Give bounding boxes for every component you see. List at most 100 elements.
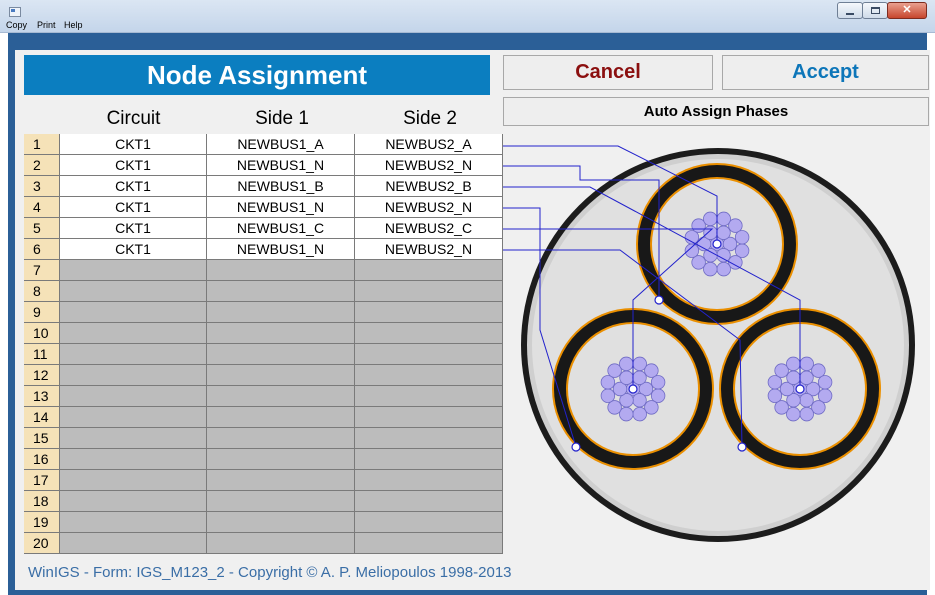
table-row[interactable]: 16 (24, 449, 503, 470)
side2-cell[interactable]: NEWBUS2_N (355, 197, 503, 217)
side2-cell[interactable] (355, 407, 503, 427)
circuit-cell[interactable] (60, 407, 207, 427)
menu-item-print[interactable]: Print (37, 20, 56, 30)
side1-cell[interactable] (207, 428, 355, 448)
side1-cell[interactable] (207, 281, 355, 301)
circuit-cell[interactable] (60, 323, 207, 343)
circuit-cell[interactable] (60, 470, 207, 490)
table-row[interactable]: 3 CKT1 NEWBUS1_B NEWBUS2_B (24, 176, 503, 197)
circuit-cell[interactable] (60, 344, 207, 364)
side2-cell[interactable] (355, 533, 503, 553)
table-row[interactable]: 6 CKT1 NEWBUS1_N NEWBUS2_N (24, 239, 503, 260)
row-number: 8 (24, 281, 60, 301)
side2-cell[interactable] (355, 491, 503, 511)
cancel-button[interactable]: Cancel (503, 55, 713, 90)
side2-cell[interactable] (355, 281, 503, 301)
row-number: 11 (24, 344, 60, 364)
table-row[interactable]: 11 (24, 344, 503, 365)
side1-cell[interactable] (207, 365, 355, 385)
side2-cell[interactable] (355, 428, 503, 448)
side2-cell[interactable] (355, 386, 503, 406)
table-row[interactable]: 5 CKT1 NEWBUS1_C NEWBUS2_C (24, 218, 503, 239)
circuit-cell[interactable] (60, 449, 207, 469)
side1-cell[interactable] (207, 512, 355, 532)
side2-cell[interactable] (355, 365, 503, 385)
side2-cell[interactable]: NEWBUS2_N (355, 155, 503, 175)
side1-cell[interactable]: NEWBUS1_N (207, 155, 355, 175)
side1-cell[interactable] (207, 407, 355, 427)
side2-cell[interactable]: NEWBUS2_A (355, 134, 503, 154)
side2-cell[interactable]: NEWBUS2_N (355, 239, 503, 259)
table-row[interactable]: 8 (24, 281, 503, 302)
auto-assign-phases-button[interactable]: Auto Assign Phases (503, 97, 929, 126)
table-row[interactable]: 2 CKT1 NEWBUS1_N NEWBUS2_N (24, 155, 503, 176)
side1-cell[interactable] (207, 470, 355, 490)
side1-cell[interactable] (207, 302, 355, 322)
circuit-cell[interactable]: CKT1 (60, 155, 207, 175)
circuit-cell[interactable]: CKT1 (60, 239, 207, 259)
table-row[interactable]: 13 (24, 386, 503, 407)
table-row[interactable]: 15 (24, 428, 503, 449)
table-row[interactable]: 4 CKT1 NEWBUS1_N NEWBUS2_N (24, 197, 503, 218)
side1-cell[interactable]: NEWBUS1_A (207, 134, 355, 154)
circuit-cell[interactable]: CKT1 (60, 218, 207, 238)
table-row[interactable]: 9 (24, 302, 503, 323)
side2-cell[interactable] (355, 302, 503, 322)
page-title: Node Assignment (24, 55, 490, 95)
side2-cell[interactable] (355, 323, 503, 343)
circuit-cell[interactable] (60, 260, 207, 280)
side2-cell[interactable]: NEWBUS2_B (355, 176, 503, 196)
side1-cell[interactable] (207, 533, 355, 553)
menu-bar: Copy Print Help (0, 19, 935, 33)
close-icon: ✕ (902, 4, 912, 16)
side1-cell[interactable]: NEWBUS1_N (207, 239, 355, 259)
table-row[interactable]: 19 (24, 512, 503, 533)
side2-cell[interactable] (355, 512, 503, 532)
table-row[interactable]: 7 (24, 260, 503, 281)
circuit-cell[interactable]: CKT1 (60, 176, 207, 196)
table-row[interactable]: 12 (24, 365, 503, 386)
side1-cell[interactable] (207, 344, 355, 364)
side2-cell[interactable]: NEWBUS2_C (355, 218, 503, 238)
close-button[interactable]: ✕ (887, 2, 927, 19)
table-row[interactable]: 1 CKT1 NEWBUS1_A NEWBUS2_A (24, 134, 503, 155)
side2-cell[interactable] (355, 449, 503, 469)
circuit-cell[interactable] (60, 491, 207, 511)
circuit-cell[interactable] (60, 512, 207, 532)
side2-cell[interactable] (355, 470, 503, 490)
side1-cell[interactable] (207, 323, 355, 343)
menu-item-copy[interactable]: Copy (6, 20, 27, 30)
menu-item-help[interactable]: Help (64, 20, 83, 30)
circuit-cell[interactable] (60, 428, 207, 448)
column-header-side2: Side 2 (403, 108, 457, 129)
circuit-cell[interactable]: CKT1 (60, 134, 207, 154)
circuit-cell[interactable] (60, 302, 207, 322)
side2-cell[interactable] (355, 344, 503, 364)
circuit-cell[interactable] (60, 386, 207, 406)
side2-cell[interactable] (355, 260, 503, 280)
maximize-icon (870, 7, 880, 14)
row-number: 16 (24, 449, 60, 469)
side1-cell[interactable] (207, 449, 355, 469)
side1-cell[interactable] (207, 491, 355, 511)
circuit-cell[interactable] (60, 533, 207, 553)
table-row[interactable]: 10 (24, 323, 503, 344)
circuit-cell[interactable]: CKT1 (60, 197, 207, 217)
table-row[interactable]: 14 (24, 407, 503, 428)
circuit-cell[interactable] (60, 281, 207, 301)
table-row[interactable]: 17 (24, 470, 503, 491)
accept-button[interactable]: Accept (722, 55, 929, 90)
row-number: 17 (24, 470, 60, 490)
table-row[interactable]: 18 (24, 491, 503, 512)
table-row[interactable]: 20 (24, 533, 503, 554)
maximize-button[interactable] (862, 2, 888, 19)
side1-cell[interactable]: NEWBUS1_C (207, 218, 355, 238)
side1-cell[interactable] (207, 260, 355, 280)
side1-cell[interactable]: NEWBUS1_N (207, 197, 355, 217)
minimize-button[interactable] (837, 2, 863, 19)
side1-cell[interactable] (207, 386, 355, 406)
row-number: 4 (24, 197, 60, 217)
circuit-cell[interactable] (60, 365, 207, 385)
side1-cell[interactable]: NEWBUS1_B (207, 176, 355, 196)
minimize-icon (846, 12, 854, 15)
